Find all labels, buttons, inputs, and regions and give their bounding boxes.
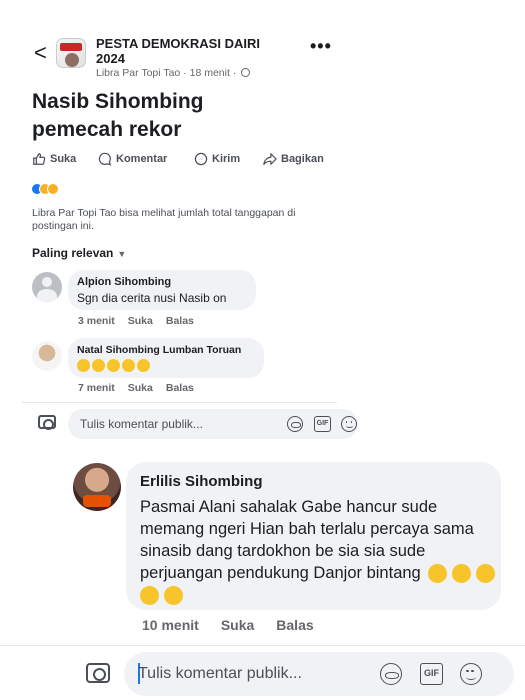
group-name-line2: 2024	[96, 51, 125, 66]
crying-emoji-icon	[163, 586, 183, 606]
comment-reply-button[interactable]: Balas	[166, 382, 194, 394]
comment-reply-button[interactable]: Balas	[166, 315, 194, 327]
send-button[interactable]: Kirim	[194, 152, 240, 166]
comment-bubble: Natal Sihombing Lumban Toruan	[68, 338, 264, 378]
comment-label: Komentar	[116, 153, 168, 165]
comment-meta: 3 menit Suka Balas	[78, 315, 207, 327]
group-avatar[interactable]	[56, 38, 86, 68]
laughing-crying-emoji-icon	[137, 359, 150, 372]
comment-input[interactable]: Tulis komentar publik... GIF	[68, 409, 358, 439]
comment-filter-dropdown[interactable]: Paling relevan ▼	[32, 246, 126, 260]
avatar-sticker-icon[interactable]	[380, 663, 402, 685]
comment-button[interactable]: Komentar	[98, 152, 167, 166]
emoji-icon[interactable]	[460, 663, 482, 685]
crying-emoji-icon	[451, 564, 471, 584]
send-label: Kirim	[212, 153, 241, 165]
emoji-icon[interactable]	[341, 416, 357, 432]
comment-author[interactable]: Natal Sihombing Lumban Toruan	[77, 344, 241, 356]
camera-icon[interactable]	[86, 663, 110, 683]
post-title-line2: pemecah rekor	[32, 118, 182, 141]
comment-bubble: Alpion Sihombing Sgn dia cerita nusi Nas…	[68, 270, 256, 310]
back-arrow-icon[interactable]: <	[34, 40, 47, 66]
comment-text: Pasmai Alani sahalak Gabe hancur sude me…	[140, 496, 495, 606]
comment-bubble-icon	[98, 152, 112, 166]
comment-input[interactable]: Tulis komentar publik... GIF	[124, 652, 514, 696]
like-label: Suka	[50, 153, 77, 165]
comment-like-button[interactable]: Suka	[128, 315, 153, 327]
laughing-crying-emoji-icon	[92, 359, 105, 372]
avatar[interactable]	[32, 341, 62, 371]
comment-time[interactable]: 10 menit	[142, 617, 199, 633]
comment-composer: Tulis komentar publik... GIF	[0, 645, 525, 700]
like-button[interactable]: Suka	[32, 152, 76, 166]
comment-author[interactable]: Erlilis Sihombing	[140, 473, 263, 490]
post-time[interactable]: 18 menit	[190, 67, 230, 79]
camera-icon[interactable]	[38, 415, 56, 430]
comment-like-button[interactable]: Suka	[221, 617, 254, 633]
post-title: Nasib Sihombing pemecah rekor	[32, 88, 312, 144]
gif-icon[interactable]: GIF	[314, 416, 331, 432]
comment-author[interactable]: Alpion Sihombing	[77, 276, 171, 288]
share-label: Bagikan	[281, 153, 324, 165]
crying-emoji-icon	[475, 564, 495, 584]
comment-meta: 10 menit Suka Balas	[142, 617, 336, 633]
post-header: < PESTA DEMOKRASI DAIRI 2024 Libra Par T…	[0, 30, 345, 82]
share-arrow-icon	[263, 153, 277, 165]
comment-reply-button[interactable]: Balas	[276, 617, 313, 633]
messenger-icon	[194, 152, 208, 166]
comment-bubble: Erlilis Sihombing Pasmai Alani sahalak G…	[126, 462, 501, 610]
globe-icon	[241, 68, 251, 77]
comment-text-body: Pasmai Alani sahalak Gabe hancur sude me…	[140, 498, 474, 582]
crying-emoji-icon	[428, 564, 448, 584]
avatar[interactable]	[32, 272, 62, 302]
laughing-crying-emoji-icon	[77, 359, 90, 372]
comment-time[interactable]: 3 menit	[78, 315, 115, 327]
divider	[22, 402, 337, 403]
comment-like-button[interactable]: Suka	[128, 382, 153, 394]
post-meta: Libra Par Topi Tao · 18 menit ·	[96, 67, 251, 79]
group-name-line1: PESTA DEMOKRASI DAIRI	[96, 36, 260, 51]
avatar[interactable]	[73, 463, 121, 511]
sad-reaction-icon	[47, 183, 59, 195]
comment-input-placeholder: Tulis komentar publik...	[80, 417, 203, 431]
gif-icon[interactable]: GIF	[420, 663, 443, 685]
thumbs-up-icon	[33, 153, 46, 165]
share-button[interactable]: Bagikan	[263, 152, 324, 166]
more-options-icon[interactable]: •••	[310, 36, 332, 57]
post-action-bar: Suka Komentar Kirim Bagikan	[30, 150, 340, 170]
avatar-sticker-icon[interactable]	[287, 416, 303, 432]
comment-emoji-row	[77, 359, 150, 372]
group-name[interactable]: PESTA DEMOKRASI DAIRI 2024	[96, 36, 296, 66]
post-author[interactable]: Libra Par Topi Tao	[96, 67, 180, 79]
comment-meta: 7 menit Suka Balas	[78, 382, 207, 394]
comment-composer: Tulis komentar publik... GIF	[22, 406, 358, 442]
filter-label: Paling relevan	[32, 246, 114, 260]
chevron-down-icon: ▼	[117, 249, 127, 259]
laughing-crying-emoji-icon	[122, 359, 135, 372]
laughing-crying-emoji-icon	[107, 359, 120, 372]
reach-note: Libra Par Topi Tao bisa melihat jumlah t…	[32, 207, 296, 232]
comment-input-placeholder: Tulis komentar publik...	[138, 665, 302, 682]
crying-emoji-icon	[140, 586, 159, 606]
post-title-line1: Nasib Sihombing	[32, 90, 204, 113]
comment-time[interactable]: 7 menit	[78, 382, 115, 394]
comment-text: Sgn dia cerita nusi Nasib on	[77, 291, 227, 305]
